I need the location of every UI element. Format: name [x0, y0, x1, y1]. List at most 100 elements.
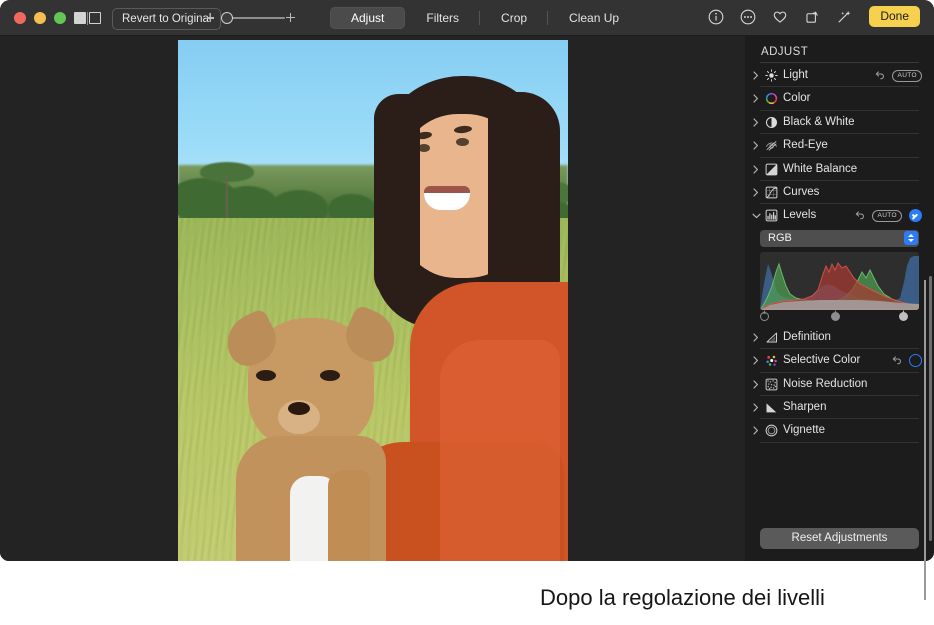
- sidebar-item-label: Color: [783, 91, 810, 106]
- sidebar-item-label: Selective Color: [783, 353, 860, 368]
- tab-clean-up[interactable]: Clean Up: [548, 7, 640, 29]
- sidebar-item-black-and-white[interactable]: Black & White: [745, 111, 934, 134]
- enhance-wand-icon[interactable]: [835, 8, 853, 26]
- sidebar-item-label: Curves: [783, 185, 819, 200]
- split-view-divider-icon: [87, 12, 88, 25]
- selective-color-checkbox[interactable]: [909, 354, 922, 367]
- levels-channel-dropdown[interactable]: RGB: [760, 230, 919, 247]
- levels-icon: [765, 209, 778, 222]
- chevron-right-icon[interactable]: [753, 426, 760, 435]
- sidebar-item-label: Red-Eye: [783, 138, 828, 153]
- chevron-right-icon[interactable]: [753, 94, 760, 103]
- zoom-in-icon[interactable]: [286, 13, 295, 22]
- close-button[interactable]: [14, 12, 26, 24]
- levels-panel: RGB: [745, 228, 934, 326]
- reset-undo-icon[interactable]: [854, 210, 865, 221]
- photo-woman-hair-front: [374, 94, 420, 300]
- favorite-heart-icon[interactable]: [771, 8, 789, 26]
- adjust-sidebar: ADJUST Light: [745, 36, 934, 561]
- minimize-button[interactable]: [34, 12, 46, 24]
- reset-adjustments-button[interactable]: Reset Adjustments: [760, 528, 919, 549]
- chevron-right-icon[interactable]: [753, 403, 760, 412]
- midpoint-handle[interactable]: [831, 310, 840, 321]
- curves-icon: [765, 186, 778, 199]
- tab-crop[interactable]: Crop: [480, 7, 548, 29]
- sidebar-item-red-eye[interactable]: Red-Eye: [745, 134, 934, 157]
- sidebar-item-sharpen[interactable]: Sharpen: [745, 396, 934, 419]
- tab-clean-up-label: Clean Up: [569, 11, 619, 25]
- sidebar-item-label: Sharpen: [783, 400, 826, 415]
- sidebar-item-label: White Balance: [783, 162, 857, 177]
- color-wheel-icon: [765, 92, 778, 105]
- sidebar-item-label: Definition: [783, 330, 831, 345]
- info-icon[interactable]: [707, 8, 725, 26]
- tab-adjust[interactable]: Adjust: [330, 7, 405, 29]
- eye-slash-icon: [765, 139, 778, 152]
- chevron-right-icon[interactable]: [753, 188, 760, 197]
- chevron-right-icon[interactable]: [753, 356, 760, 365]
- chevron-right-icon[interactable]: [753, 333, 760, 342]
- reset-undo-icon[interactable]: [874, 70, 885, 81]
- selective-color-controls: [891, 353, 922, 368]
- chevron-updown-icon[interactable]: [904, 231, 918, 245]
- sidebar-item-levels[interactable]: Levels AUTO: [745, 204, 934, 227]
- levels-enabled-checkbox[interactable]: [909, 209, 922, 222]
- zoom-slider[interactable]: [207, 10, 295, 26]
- zoom-slider-knob[interactable]: [221, 12, 233, 24]
- tab-filters[interactable]: Filters: [405, 7, 480, 29]
- sidebar-scrollbar[interactable]: [929, 276, 932, 541]
- split-view-toggle[interactable]: [74, 11, 104, 25]
- sun-icon: [765, 69, 778, 82]
- chevron-right-icon[interactable]: [753, 380, 760, 389]
- auto-button[interactable]: AUTO: [892, 70, 922, 82]
- figure-caption: Dopo la regolazione dei livelli: [540, 585, 825, 611]
- adjust-panel-title: ADJUST: [761, 46, 808, 58]
- sidebar-item-white-balance[interactable]: White Balance: [745, 158, 934, 181]
- row-separator: [760, 442, 919, 443]
- chevron-right-icon[interactable]: [753, 165, 760, 174]
- window-titlebar: Revert to Original Adjust Filters Crop C…: [0, 0, 934, 36]
- black-point-handle[interactable]: [760, 310, 769, 321]
- sidebar-item-definition[interactable]: Definition: [745, 326, 934, 349]
- sidebar-item-curves[interactable]: Curves: [745, 181, 934, 204]
- revert-to-original-button[interactable]: Revert to Original: [112, 8, 221, 30]
- sidebar-item-color[interactable]: Color: [745, 87, 934, 110]
- edited-photo[interactable]: [178, 40, 568, 561]
- sidebar-item-label: Black & White: [783, 115, 855, 130]
- definition-icon: [765, 331, 778, 344]
- light-controls: AUTO: [874, 68, 922, 83]
- sidebar-item-selective-color[interactable]: Selective Color: [745, 349, 934, 372]
- more-options-icon[interactable]: [739, 8, 757, 26]
- sidebar-item-light[interactable]: Light AUTO: [745, 64, 934, 87]
- editor-mode-tabs[interactable]: Adjust Filters Crop Clean Up: [330, 7, 640, 29]
- reset-undo-icon[interactable]: [891, 355, 902, 366]
- levels-controls: AUTO: [854, 208, 922, 223]
- panel-title-divider: [760, 62, 919, 63]
- tab-filters-label: Filters: [426, 11, 459, 25]
- chevron-right-icon[interactable]: [753, 71, 760, 80]
- sidebar-item-vignette[interactable]: Vignette: [745, 419, 934, 442]
- noise-reduction-icon: [765, 378, 778, 391]
- auto-button[interactable]: AUTO: [872, 210, 902, 222]
- split-view-filled-icon: [74, 12, 86, 24]
- selective-color-icon: [765, 354, 778, 367]
- levels-histogram[interactable]: [760, 252, 919, 310]
- done-button[interactable]: Done: [869, 6, 920, 27]
- sidebar-item-label: Levels: [783, 208, 816, 223]
- white-point-handle[interactable]: [899, 310, 908, 321]
- chevron-right-icon[interactable]: [753, 118, 760, 127]
- histogram-plot: [760, 252, 919, 310]
- chevron-right-icon[interactable]: [753, 141, 760, 150]
- sidebar-item-label: Noise Reduction: [783, 377, 867, 392]
- chevron-down-icon[interactable]: [753, 211, 760, 220]
- rotate-icon[interactable]: [803, 8, 821, 26]
- sidebar-item-noise-reduction[interactable]: Noise Reduction: [745, 373, 934, 396]
- white-balance-icon: [765, 163, 778, 176]
- photos-editor-window: Revert to Original Adjust Filters Crop C…: [0, 0, 934, 561]
- tab-adjust-label: Adjust: [351, 11, 384, 25]
- zoom-button[interactable]: [54, 12, 66, 24]
- split-view-outline-icon: [89, 12, 101, 24]
- callout-line: [924, 280, 926, 600]
- zoom-out-icon[interactable]: [207, 17, 214, 19]
- levels-channel-value: RGB: [768, 232, 792, 245]
